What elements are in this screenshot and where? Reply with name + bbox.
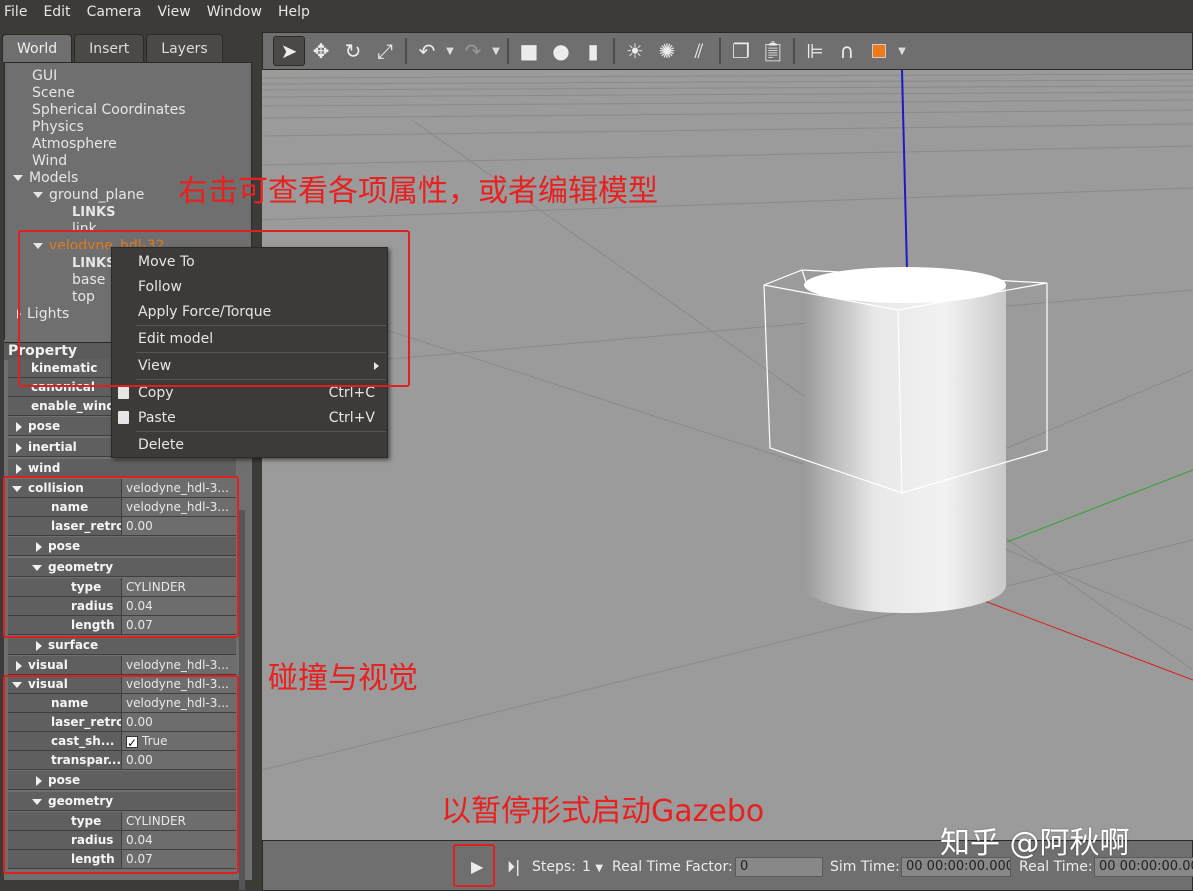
copy-button[interactable]: ❐ bbox=[725, 36, 757, 66]
annotation-paused: 以暂停形式启动Gazebo bbox=[441, 794, 765, 829]
sun-icon: ☀ bbox=[626, 39, 644, 63]
menu-item-delete[interactable]: Delete bbox=[112, 433, 389, 457]
toolbar-separator bbox=[613, 38, 615, 64]
menu-file[interactable]: File bbox=[0, 0, 35, 24]
expand-icon[interactable] bbox=[16, 463, 22, 474]
scale-tool-button[interactable]: ⤢ bbox=[369, 36, 401, 66]
directional-light-icon: ⫽ bbox=[694, 39, 704, 63]
rotate-icon: ↻ bbox=[344, 39, 362, 63]
expand-icon[interactable] bbox=[16, 442, 22, 453]
watermark: 知乎 @阿秋啊 bbox=[940, 826, 1130, 861]
annotation-box-collision bbox=[3, 476, 239, 638]
menu-edit[interactable]: Edit bbox=[35, 0, 78, 24]
cylinder-shape-button[interactable]: ▮ bbox=[577, 36, 609, 66]
annotation-box-context bbox=[18, 230, 410, 387]
step-icon: ⏵| bbox=[507, 857, 521, 876]
select-tool-button[interactable]: ➤ bbox=[273, 36, 305, 66]
menu-window[interactable]: Window bbox=[199, 0, 270, 24]
toolbar-separator bbox=[719, 38, 721, 64]
snap-button[interactable]: ∩ bbox=[831, 36, 863, 66]
sphere-icon: ● bbox=[552, 39, 570, 63]
menu-camera[interactable]: Camera bbox=[79, 0, 150, 24]
menu-view[interactable]: View bbox=[150, 0, 199, 24]
undo-button[interactable]: ↶ bbox=[411, 36, 443, 66]
menu-help[interactable]: Help bbox=[270, 0, 318, 24]
menu-item-paste[interactable]: Paste Ctrl+V bbox=[112, 406, 389, 430]
step-button[interactable]: ⏵| bbox=[507, 857, 520, 877]
directional-light-button[interactable]: ⫽ bbox=[683, 36, 715, 66]
annotation-collision-visual: 碰撞与视觉 bbox=[268, 661, 418, 696]
prop-row-visual[interactable]: visual velodyne_hdl-3... bbox=[8, 656, 236, 675]
redo-icon: ↷ bbox=[464, 39, 482, 63]
tree-item-wind[interactable]: Wind bbox=[32, 153, 67, 170]
tree-item-gui[interactable]: GUI bbox=[32, 68, 57, 85]
point-light-button[interactable]: ☀ bbox=[619, 36, 651, 66]
tree-item-ground-plane[interactable]: ground_plane bbox=[33, 187, 144, 204]
magnet-icon: ∩ bbox=[839, 39, 855, 63]
scale-icon: ⤢ bbox=[377, 39, 393, 63]
tab-insert[interactable]: Insert bbox=[74, 34, 145, 62]
redo-button[interactable]: ↷ bbox=[457, 36, 489, 66]
tree-item-physics[interactable]: Physics bbox=[32, 119, 84, 136]
expand-icon[interactable] bbox=[16, 660, 22, 671]
tree-item-scene[interactable]: Scene bbox=[32, 85, 75, 102]
tree-item-models[interactable]: Models bbox=[13, 170, 78, 187]
toolbar-separator bbox=[507, 38, 509, 64]
chevron-down-icon[interactable]: ▼ bbox=[595, 863, 603, 874]
sim-time-label: Sim Time: bbox=[830, 859, 900, 875]
chevron-down-icon[interactable]: ▼ bbox=[443, 46, 457, 57]
move-icon: ✥ bbox=[312, 39, 330, 63]
steps-value[interactable]: 1 ▼ bbox=[582, 857, 603, 877]
chevron-down-icon[interactable]: ▼ bbox=[895, 46, 909, 57]
view-cube-icon bbox=[872, 44, 886, 58]
toolbar-separator bbox=[405, 38, 407, 64]
sphere-shape-button[interactable]: ● bbox=[545, 36, 577, 66]
box-shape-button[interactable]: ■ bbox=[513, 36, 545, 66]
expand-icon[interactable] bbox=[13, 175, 23, 181]
toolbar: ➤ ✥ ↻ ⤢ ↶ ▼ ↷ ▼ ■ ● ▮ ☀ ✺ ⫽ ❐ 📋︎ ⊫ ∩ ▼ bbox=[262, 32, 1193, 70]
view-angle-button[interactable] bbox=[863, 36, 895, 66]
rtf-field: 0 bbox=[735, 857, 823, 877]
paste-icon bbox=[118, 411, 129, 424]
tab-layers[interactable]: Layers bbox=[146, 34, 223, 62]
align-icon: ⊫ bbox=[806, 39, 824, 63]
tree-item-atmosphere[interactable]: Atmosphere bbox=[32, 136, 117, 153]
property-scrollbar[interactable] bbox=[239, 510, 245, 890]
velodyne-model[interactable] bbox=[804, 267, 1006, 613]
y-axis-line bbox=[1006, 469, 1193, 543]
translate-tool-button[interactable]: ✥ bbox=[305, 36, 337, 66]
steps-label: Steps: bbox=[532, 859, 576, 875]
x-axis-line bbox=[981, 599, 1193, 681]
annotation-box-visual bbox=[3, 675, 239, 874]
prop-row[interactable]: surface bbox=[8, 636, 236, 655]
paste-icon: 📋︎ bbox=[760, 39, 786, 63]
toolbar-separator bbox=[793, 38, 795, 64]
expand-icon[interactable] bbox=[36, 640, 42, 651]
paste-button[interactable]: 📋︎ bbox=[757, 36, 789, 66]
cursor-icon: ➤ bbox=[280, 39, 298, 63]
menu-separator bbox=[136, 431, 386, 432]
left-tabs: World Insert Layers bbox=[2, 34, 225, 62]
align-button[interactable]: ⊫ bbox=[799, 36, 831, 66]
expand-icon[interactable] bbox=[16, 421, 22, 432]
annotation-box-play bbox=[453, 844, 495, 887]
expand-icon[interactable] bbox=[33, 192, 43, 198]
rtf-label: Real Time Factor: bbox=[612, 859, 733, 875]
chevron-down-icon[interactable]: ▼ bbox=[489, 46, 503, 57]
tree-item-gp-links: LINKS bbox=[72, 205, 116, 220]
tree-item-spherical[interactable]: Spherical Coordinates bbox=[32, 102, 186, 119]
z-axis-line bbox=[901, 70, 908, 271]
spotlight-icon: ✺ bbox=[658, 39, 676, 63]
copy-icon: ❐ bbox=[732, 39, 750, 63]
copy-icon bbox=[118, 386, 129, 399]
undo-icon: ↶ bbox=[418, 39, 436, 63]
menu-bar: File Edit Camera View Window Help bbox=[0, 0, 1193, 24]
box-icon: ■ bbox=[519, 39, 539, 63]
annotation-right-click: 右击可查看各项属性，或者编辑模型 bbox=[178, 174, 658, 209]
rotate-tool-button[interactable]: ↻ bbox=[337, 36, 369, 66]
tab-world[interactable]: World bbox=[2, 34, 73, 62]
cylinder-icon: ▮ bbox=[587, 39, 599, 63]
spot-light-button[interactable]: ✺ bbox=[651, 36, 683, 66]
